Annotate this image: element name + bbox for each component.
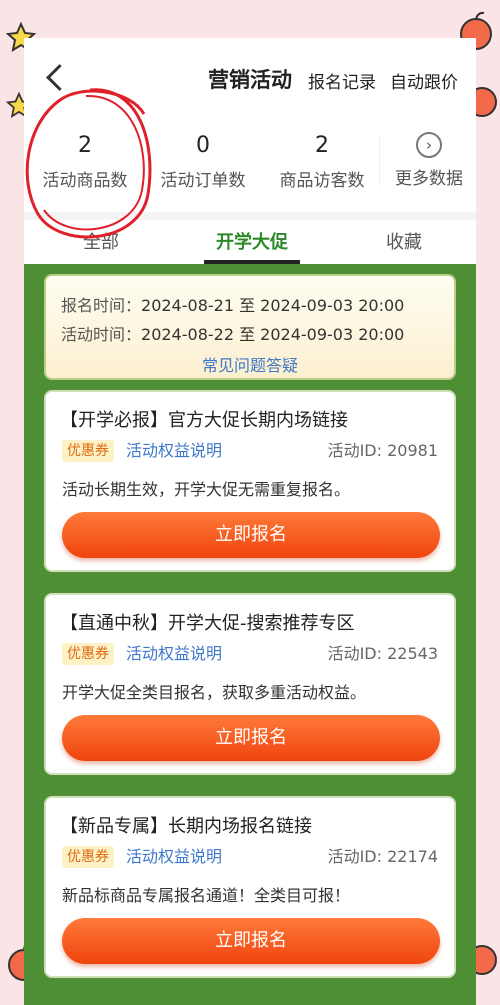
stat-value: 0 [196, 133, 210, 158]
activity-time-label: 活动时间： [61, 325, 142, 344]
signup-time-value: 2024-08-21 至 2024-09-03 20:00 [141, 296, 405, 315]
rights-link[interactable]: 活动权益说明 [126, 440, 222, 462]
card-title: 【开学必报】官方大促长期内场链接 [60, 410, 348, 431]
signup-now-button[interactable]: 立即报名 [62, 512, 440, 558]
stat-value: 2 [315, 133, 329, 158]
coupon-badge: 优惠券 [62, 846, 114, 868]
card-title: 【新品专属】长期内场报名链接 [60, 816, 312, 837]
card-description: 活动长期生效，开学大促无需重复报名。 [62, 480, 351, 499]
card-description: 新品标商品专属报名通道！全类目可报！ [62, 886, 351, 905]
coupon-badge: 优惠券 [62, 643, 114, 665]
stat-label: 活动订单数 [160, 171, 246, 191]
activity-card: 【新品专属】长期内场报名链接 优惠券 活动权益说明 活动ID: 22174 新品… [44, 796, 456, 978]
activity-id: 活动ID: 22174 [327, 847, 438, 866]
activity-id: 活动ID: 22543 [327, 644, 438, 663]
more-data-label: 更多数据 [395, 169, 463, 189]
more-data-button[interactable]: › 更多数据 [374, 128, 476, 189]
page-title: 营销活动 [208, 68, 292, 92]
chevron-right-circle-icon: › [416, 132, 442, 158]
activity-card: 【开学必报】官方大促长期内场链接 优惠券 活动权益说明 活动ID: 20981 … [44, 390, 456, 572]
stat-label: 商品访客数 [279, 171, 365, 191]
card-title: 【直通中秋】开学大促-搜索推荐专区 [60, 613, 355, 634]
rights-link[interactable]: 活动权益说明 [126, 846, 222, 868]
tab-back-to-school[interactable]: 开学大促 [216, 228, 288, 254]
signup-time-row: 报名时间：2024-08-21 至 2024-09-03 20:00 [61, 292, 404, 316]
signup-now-button[interactable]: 立即报名 [62, 918, 440, 964]
activity-time-row: 活动时间：2024-08-22 至 2024-09-03 20:00 [61, 321, 404, 345]
activity-info-box: 报名时间：2024-08-21 至 2024-09-03 20:00 活动时间：… [44, 274, 456, 380]
card-description: 开学大促全类目报名，获取多重活动权益。 [62, 683, 367, 702]
stat-product-visitors[interactable]: 2 商品访客数 [267, 128, 377, 191]
tab-favorites[interactable]: 收藏 [386, 228, 422, 254]
signup-time-label: 报名时间： [61, 296, 142, 315]
activity-time-value: 2024-08-22 至 2024-09-03 20:00 [141, 325, 405, 344]
stat-activity-orders[interactable]: 0 活动订单数 [148, 128, 258, 191]
auto-price-link[interactable]: 自动跟价 [390, 68, 458, 93]
coupon-badge: 优惠券 [62, 440, 114, 462]
activity-list: 报名时间：2024-08-21 至 2024-09-03 20:00 活动时间：… [24, 264, 476, 1005]
rights-link[interactable]: 活动权益说明 [126, 643, 222, 665]
activity-card: 【直通中秋】开学大促-搜索推荐专区 优惠券 活动权益说明 活动ID: 22543… [44, 593, 456, 775]
signup-now-button[interactable]: 立即报名 [62, 715, 440, 761]
annotation-circle [25, 88, 152, 239]
signup-records-link[interactable]: 报名记录 [308, 68, 376, 93]
faq-link[interactable]: 常见问题答疑 [46, 352, 454, 376]
activity-id: 活动ID: 20981 [327, 441, 438, 460]
